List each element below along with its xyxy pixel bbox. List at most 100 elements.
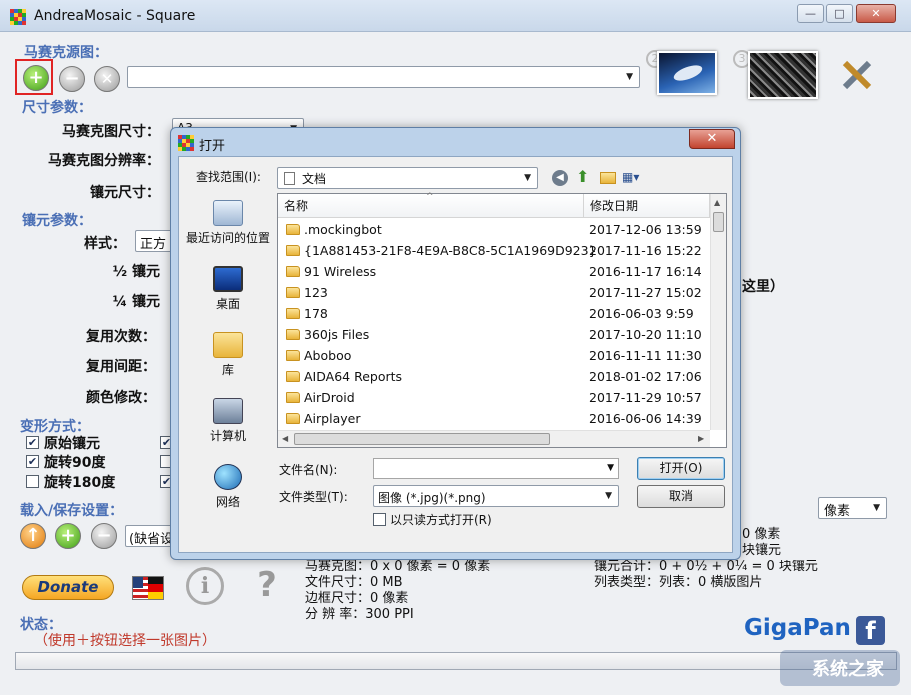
gigapan-logo[interactable]: GigaPan [744, 615, 851, 641]
desktop-icon [213, 266, 243, 292]
cancel-button[interactable]: 取消 [637, 485, 725, 508]
file-row[interactable]: AIDA64 Reports 2018-01-02 17:06 [278, 366, 710, 387]
readonly-label: 以只读方式打开(R) [390, 513, 492, 527]
arrow-up-icon: ↑ [25, 525, 41, 546]
look-in-select[interactable]: 文档 ▼ [277, 167, 538, 189]
maximize-button[interactable]: □ [826, 4, 853, 23]
file-row[interactable]: 123 2017-11-27 15:02 [278, 282, 710, 303]
folder-icon [286, 245, 300, 256]
place-computer[interactable]: 计算机 [182, 398, 274, 460]
dialog-close-button[interactable]: ✕ [689, 129, 735, 149]
preset-select[interactable]: (缺省设 [125, 525, 175, 547]
vertical-scrollbar[interactable]: ▲ [710, 194, 726, 430]
tools-icon[interactable] [840, 58, 874, 90]
mosaic-size-label: 马赛克图尺寸： [62, 124, 160, 140]
style-label: 样式： [84, 236, 126, 252]
chevron-down-icon: ▼ [873, 503, 880, 513]
folder-icon [286, 413, 300, 424]
folder-icon [286, 329, 300, 340]
info-icon[interactable]: i [186, 567, 224, 605]
right-note-text: 这里） [742, 279, 784, 295]
status-text: （使用＋按钮选择一张图片） [34, 633, 216, 649]
filename-input[interactable]: ▼ [373, 458, 619, 479]
checkbox-rotate-180-label: 旋转180度 [44, 475, 116, 491]
open-button[interactable]: 打开(O) [637, 457, 725, 480]
view-menu-icon[interactable]: ▦▾ [622, 170, 650, 186]
horizontal-scrollbar[interactable]: ◀ ▶ [278, 430, 710, 447]
chevron-down-icon: ▼ [607, 463, 614, 473]
facebook-icon[interactable]: f [856, 616, 885, 645]
style-select[interactable]: 正方 [135, 230, 175, 252]
checkbox-original[interactable]: ✔ [26, 436, 39, 449]
add-image-button[interactable]: + [23, 65, 49, 91]
unit-select[interactable]: 像素 ▼ [818, 497, 887, 519]
recent-places-icon [213, 200, 243, 226]
window-title: AndreaMosaic - Square [34, 8, 196, 24]
chevron-down-icon: ▼ [626, 72, 633, 82]
mosaic-preview-thumbnail[interactable] [748, 51, 818, 99]
up-folder-icon[interactable]: ⬆ [576, 168, 594, 186]
load-settings-button[interactable]: ↑ [20, 523, 46, 549]
save-settings-button[interactable]: + [55, 523, 81, 549]
help-icon[interactable]: ? [250, 565, 284, 605]
close-window-button[interactable]: ✕ [856, 4, 896, 23]
filetype-select[interactable]: 图像 (*.jpg)(*.png) ▼ [373, 485, 619, 507]
folder-icon [286, 350, 300, 361]
minus-icon: − [64, 68, 80, 89]
file-row[interactable]: Aboboo 2016-11-11 11:30 [278, 345, 710, 366]
delete-settings-button[interactable]: − [91, 523, 117, 549]
folder-icon [286, 371, 300, 382]
dialog-title: 打开 [199, 139, 226, 154]
folder-icon [286, 308, 300, 319]
repeat-spacing-label: 复用间距： [86, 359, 156, 375]
back-icon[interactable]: ◀ [552, 170, 568, 186]
place-desktop[interactable]: 桌面 [182, 266, 274, 328]
section-tile: 镶元参数： [22, 213, 92, 229]
scroll-left-icon: ◀ [282, 434, 289, 443]
horizontal-scroll-thumb[interactable] [294, 433, 550, 445]
file-row[interactable]: Airplayer 2016-06-06 14:39 [278, 408, 710, 429]
column-header-date[interactable]: 修改日期 [584, 194, 710, 218]
checkbox-rotate-90[interactable]: ✔ [26, 455, 39, 468]
half-tile-label: ½ 镶元 [112, 264, 160, 280]
file-row[interactable]: 360js Files 2017-10-20 11:10 [278, 324, 710, 345]
donate-button[interactable]: Donate [22, 575, 114, 600]
folder-icon [286, 266, 300, 277]
file-row[interactable]: 178 2016-06-03 9:59 [278, 303, 710, 324]
title-bar: AndreaMosaic - Square — □ ✕ [0, 0, 911, 32]
remove-image-button[interactable]: − [59, 66, 85, 92]
target-image-thumbnail[interactable] [657, 51, 717, 95]
chevron-down-icon: ▼ [524, 173, 531, 183]
place-recent[interactable]: 最近访问的位置 [182, 200, 274, 262]
file-row[interactable]: .mockingbot 2017-12-06 13:59 [278, 219, 710, 240]
source-image-select[interactable]: ▼ [127, 66, 640, 88]
x-icon: ✕ [100, 69, 114, 88]
language-flags-icon[interactable] [132, 576, 164, 600]
new-folder-icon[interactable] [600, 172, 616, 184]
place-libraries[interactable]: 库 [182, 332, 274, 394]
clear-images-button[interactable]: ✕ [94, 66, 120, 92]
file-row[interactable]: 91 Wireless 2016-11-17 16:14 [278, 261, 710, 282]
section-load-save: 载入/保存设置： [20, 503, 124, 519]
info-list-type: 列表类型：列表：0 横版图片 [594, 575, 763, 590]
place-network[interactable]: 网络 [182, 464, 274, 526]
vertical-scroll-thumb[interactable] [713, 212, 724, 232]
scroll-right-icon: ▶ [698, 434, 705, 443]
folder-icon [286, 392, 300, 403]
plus-icon: + [60, 525, 76, 546]
places-bar: 最近访问的位置 桌面 库 计算机 网络 [182, 196, 274, 526]
folder-icon [286, 287, 300, 298]
resolution-label: 马赛克图分辨率： [48, 153, 160, 169]
info-right-tiles: 块镶元 [742, 543, 782, 558]
info-resolution: 分 辨 率：300 PPI [305, 607, 414, 622]
dolphin-icon [671, 62, 705, 84]
file-row[interactable]: {1A881453-21F8-4E9A-B8C8-5C1A1969D923} 20… [278, 240, 710, 261]
color-adjust-label: 颜色修改： [86, 390, 156, 406]
repeat-count-label: 复用次数： [86, 329, 156, 345]
file-row[interactable]: AirDroid 2017-11-29 10:57 [278, 387, 710, 408]
readonly-checkbox[interactable] [373, 513, 386, 526]
checkbox-rotate-180[interactable] [26, 475, 39, 488]
file-list[interactable]: 名称 ^ 修改日期 .mockingbot 2017-12-06 13:59 {1… [277, 192, 727, 448]
progress-bar [15, 652, 897, 670]
minimize-button[interactable]: — [797, 4, 824, 23]
